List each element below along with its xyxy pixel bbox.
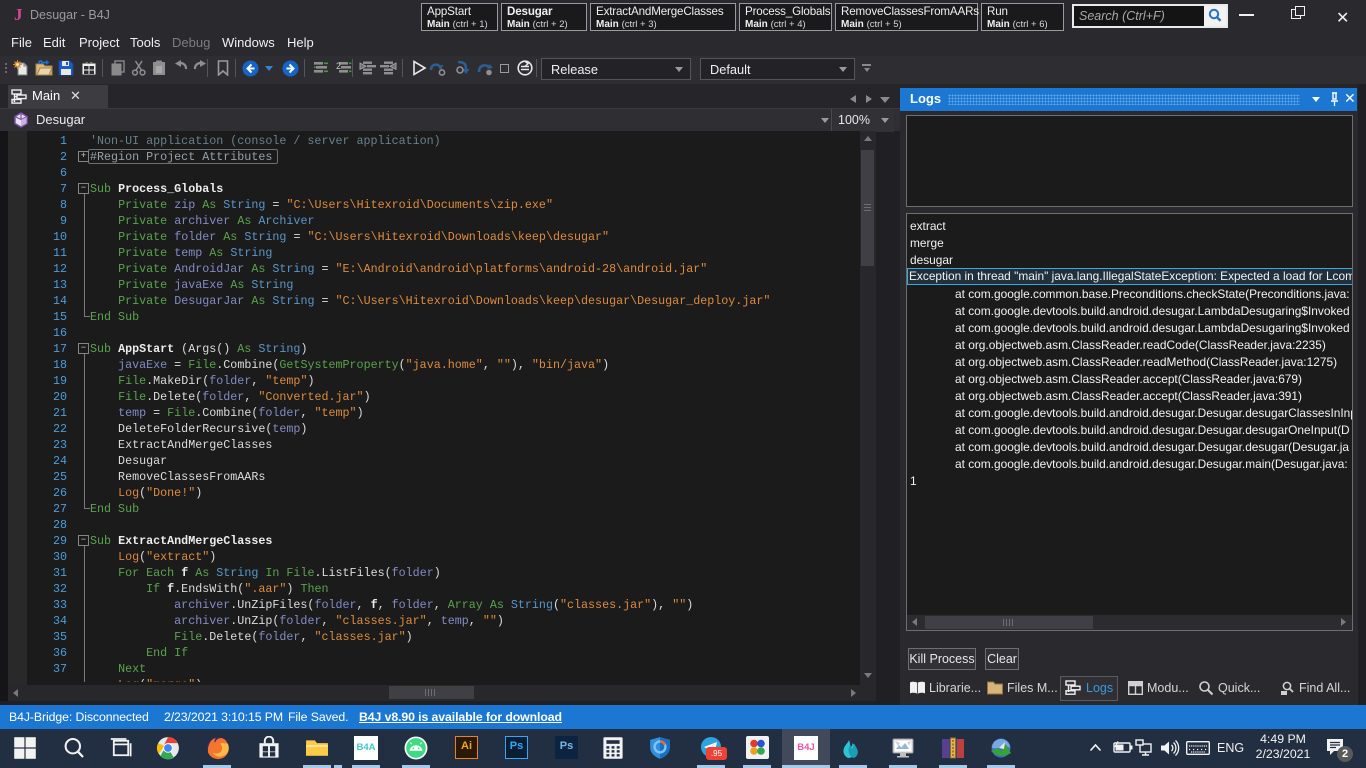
svg-text:2: 2 xyxy=(336,61,341,71)
